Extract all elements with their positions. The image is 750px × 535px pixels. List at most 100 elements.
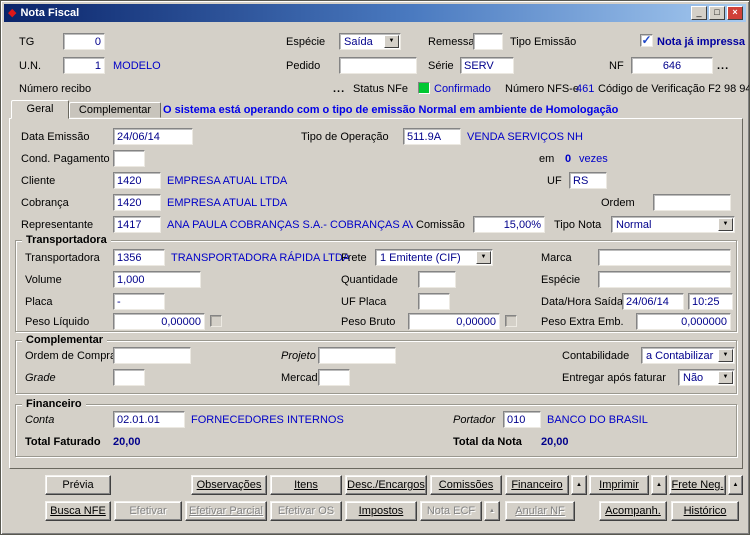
pedido-input[interactable] <box>339 57 417 74</box>
tipo-operacao-label: Tipo de Operação <box>301 131 389 143</box>
previa-button[interactable]: Prévia <box>45 475 111 495</box>
button-label: Financeiro <box>511 479 563 491</box>
ordem-input[interactable] <box>653 194 731 211</box>
titlebar[interactable]: ◆ Nota Fiscal _ □ × <box>4 4 746 22</box>
minimize-button[interactable]: _ <box>691 6 707 20</box>
imprimir-button[interactable]: Imprimir <box>589 475 649 495</box>
volume-input[interactable] <box>113 271 201 288</box>
serie-label: Série <box>428 60 454 72</box>
frete-neg-expand-button[interactable]: ▲ <box>728 475 743 495</box>
acompanh-button[interactable]: Acompanh. <box>599 501 667 521</box>
un-description: MODELO <box>113 60 161 72</box>
frete-select[interactable]: 1 Emitente (CIF) ▼ <box>375 249 493 266</box>
conta-description: FORNECEDORES INTERNOS <box>191 414 344 426</box>
conta-input[interactable] <box>113 411 185 428</box>
busca-nfe-button[interactable]: Busca NFE <box>45 501 111 521</box>
observacoes-button[interactable]: Observações <box>191 475 267 495</box>
cond-pagamento-input[interactable] <box>113 150 145 167</box>
un-label: U.N. <box>19 60 41 72</box>
total-nota-value: 20,00 <box>541 436 569 448</box>
tipo-operacao-input[interactable] <box>403 128 461 145</box>
data-hora-saida-label: Data/Hora Saída <box>541 296 623 308</box>
numero-nfse-label: Número NFS-e <box>505 83 579 95</box>
especie-select[interactable]: Saída ▼ <box>339 33 401 50</box>
tipo-nota-dropdown-button[interactable]: ▼ <box>718 218 733 231</box>
close-button[interactable]: × <box>727 6 743 20</box>
peso-bruto-checkbox <box>505 315 517 327</box>
ordem-compra-label: Ordem de Compra <box>25 350 117 362</box>
especie-dropdown-button[interactable]: ▼ <box>384 35 399 48</box>
portador-input[interactable] <box>503 411 541 428</box>
recibo-ellipsis-button[interactable]: ... <box>333 83 345 95</box>
data-emissao-input[interactable] <box>113 128 193 145</box>
conta-label: Conta <box>25 414 55 426</box>
grade-input[interactable] <box>113 369 145 386</box>
marca-label: Marca <box>541 252 572 264</box>
cliente-code-input[interactable] <box>113 172 161 189</box>
financeiro-expand-button[interactable]: ▲ <box>571 475 587 495</box>
data-saida-input[interactable] <box>622 293 684 310</box>
peso-bruto-input[interactable] <box>408 313 500 330</box>
button-label: Itens <box>294 479 318 491</box>
contabilidade-dropdown-button[interactable]: ▼ <box>718 349 733 362</box>
mercado-input[interactable] <box>318 369 350 386</box>
financeiro-group-title: Financeiro <box>22 397 86 411</box>
nf-input[interactable] <box>631 57 713 74</box>
cobranca-code-input[interactable] <box>113 194 161 211</box>
entregar-select[interactable]: Não ▼ <box>678 369 735 386</box>
status-nfe-indicator <box>418 82 430 94</box>
peso-extra-input[interactable] <box>636 313 731 330</box>
cobranca-label: Cobrança <box>21 197 69 209</box>
transportadora-code-input[interactable] <box>113 249 165 266</box>
total-nota-label: Total da Nota <box>453 436 522 448</box>
button-label: Imprimir <box>599 479 639 491</box>
button-label: Busca NFE <box>50 505 106 517</box>
historico-button[interactable]: Histórico <box>671 501 739 521</box>
nota-impressa-checkbox[interactable]: ✓ <box>640 34 653 47</box>
financeiro-button[interactable]: Financeiro <box>505 475 569 495</box>
comissoes-button[interactable]: Comissões <box>430 475 502 495</box>
impostos-button[interactable]: Impostos <box>345 501 417 521</box>
remessa-input[interactable] <box>473 33 503 50</box>
check-icon: ✓ <box>641 33 652 47</box>
representante-code-input[interactable] <box>113 216 161 233</box>
window-title: Nota Fiscal <box>20 7 80 19</box>
button-label: Efetivar <box>129 505 167 517</box>
frete-value: 1 Emitente (CIF) <box>380 252 461 264</box>
frete-dropdown-button[interactable]: ▼ <box>476 251 491 264</box>
tab-geral[interactable]: Geral <box>11 100 69 119</box>
peso-liquido-input[interactable] <box>113 313 205 330</box>
tipo-nota-value: Normal <box>616 219 652 231</box>
projeto-input[interactable] <box>318 347 396 364</box>
peso-bruto-label: Peso Bruto <box>341 316 396 328</box>
hora-saida-input[interactable] <box>688 293 733 310</box>
tipo-nota-select[interactable]: Normal ▼ <box>611 216 735 233</box>
frete-neg-button[interactable]: Frete Neg. <box>669 475 726 495</box>
ordem-compra-input[interactable] <box>113 347 191 364</box>
cliente-description: EMPRESA ATUAL LTDA <box>167 175 288 187</box>
entregar-dropdown-button[interactable]: ▼ <box>718 371 733 384</box>
desc-encargos-button[interactable]: Desc./Encargos <box>345 475 427 495</box>
uf-input[interactable] <box>569 172 607 189</box>
button-label: Frete Neg. <box>671 479 724 491</box>
nf-label: NF <box>609 60 624 72</box>
button-label: Histórico <box>683 505 727 517</box>
especie-transp-input[interactable] <box>598 271 731 288</box>
marca-input[interactable] <box>598 249 731 266</box>
serie-input[interactable] <box>460 57 514 74</box>
placa-input[interactable] <box>113 293 165 310</box>
comissao-input[interactable] <box>473 216 545 233</box>
codigo-verificacao: Código de Verificação F2 98 94 <box>598 83 750 95</box>
contabilidade-select[interactable]: a Contabilizar ▼ <box>641 347 735 364</box>
uf-placa-input[interactable] <box>418 293 450 310</box>
itens-button[interactable]: Itens <box>270 475 342 495</box>
efetivar-os-button: Efetivar OS <box>270 501 342 521</box>
maximize-button[interactable]: □ <box>709 6 725 20</box>
imprimir-expand-button[interactable]: ▲ <box>651 475 667 495</box>
un-input[interactable] <box>63 57 105 74</box>
tab-complementar[interactable]: Complementar <box>69 102 161 118</box>
tg-input[interactable] <box>63 33 105 50</box>
complementar-group-title: Complementar <box>22 333 108 347</box>
nf-ellipsis-button[interactable]: ... <box>717 60 729 72</box>
quantidade-input[interactable] <box>418 271 456 288</box>
